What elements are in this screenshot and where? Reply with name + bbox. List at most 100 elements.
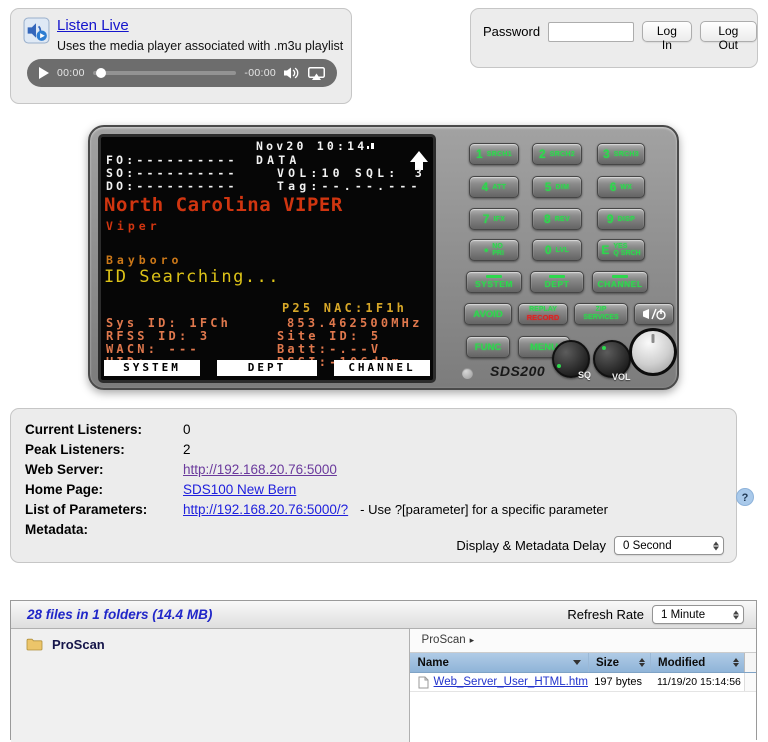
audio-player[interactable]: 00:00 -00:00 [27,59,337,87]
key-func[interactable]: FUNC [466,336,510,358]
softkey-dept: DEPT [217,360,317,376]
key-4-att[interactable]: 4ATT [469,176,519,198]
lcd-do: DO:---------- [106,179,238,193]
seek-knob[interactable] [96,68,106,78]
select-stepper-icon [713,541,719,550]
key-light-power[interactable] [634,303,674,325]
folder-icon [26,638,43,651]
breadcrumb-label: ProScan [422,634,466,646]
current-listeners-row: Current Listeners: 0 [25,420,722,440]
tree-item-proscan[interactable]: ProScan [11,634,409,655]
lcd-department: Viper [106,219,161,233]
key-avoid[interactable]: AVOID [464,303,512,325]
lcd-softkeys: SYSTEM DEPT CHANNEL [104,360,430,376]
vol-knob-label: VOL [612,372,631,382]
table-row: Web_Server_User_HTML.htm 197 bytes 11/19… [410,673,756,692]
delay-label: Display & Metadata Delay [456,538,606,553]
lcd-sys-id: Sys ID: 1FCh [106,316,231,330]
lcd-datetime: Nov20 10:14 [256,139,367,153]
elapsed-time: 00:00 [57,67,85,79]
home-page-link[interactable]: SDS100 New Bern [183,480,296,500]
sort-both-icon [733,658,739,667]
softkey-system: SYSTEM [104,360,200,376]
file-modified: 11/19/20 15:14:56 [650,676,744,688]
web-server-row: Web Server: http://192.168.20.76:5000 [25,460,722,480]
help-icon[interactable]: ? [736,488,754,506]
key-e-yes-qsrch[interactable]: E YESQ SRCH [597,239,645,261]
key-replay-record[interactable]: REPLAYRECORD [518,303,568,325]
file-link[interactable]: Web_Server_User_HTML.htm [434,676,588,688]
password-input[interactable] [548,22,634,42]
delay-select[interactable]: 0 Second [614,536,724,555]
audio-playlist-icon [23,17,50,49]
current-listeners-label: Current Listeners: [25,420,183,440]
key-1-srch1[interactable]: 1SRCH1 [469,143,519,165]
sort-descending-icon [573,660,581,665]
lcd-frequency: 853.462500MHz [287,316,423,330]
volume-icon[interactable] [284,67,300,79]
lcd-batt: Batt:-.--V [277,342,381,356]
key-dept[interactable]: DEPT [530,271,584,293]
lcd-system-name: North Carolina VIPER [104,194,343,216]
play-icon[interactable] [39,67,49,79]
proscan-web-page: { "listen_panel": { "title": "Listen Liv… [0,0,768,681]
key-5-dim[interactable]: 5DIM [532,176,582,198]
web-server-label: Web Server: [25,460,183,480]
listener-info-panel: Current Listeners: 0 Peak Listeners: 2 W… [10,408,737,563]
lcd-status: ID Searching... [104,267,280,287]
parameters-note: - Use ?[parameter] for a specific parame… [360,500,608,520]
column-header-size[interactable]: Size [588,653,650,672]
lcd-site-id: Site ID: 5 [277,329,381,343]
sq-knob-label: SQ [578,370,591,380]
login-button[interactable]: Log In [642,21,692,42]
lcd-site: Bayboro [106,253,182,267]
web-server-link[interactable]: http://192.168.20.76:5000 [183,460,337,480]
lcd-fo: FO:---------- [106,153,238,167]
files-summary: 28 files in 1 folders (14.4 MB) [27,607,212,622]
home-page-label: Home Page: [25,480,183,500]
breadcrumb-arrow-icon: ▸ [470,635,475,645]
listen-live-link[interactable]: Listen Live [57,17,129,34]
seek-slider[interactable] [93,71,237,75]
lcd-rfss-id: RFSS ID: 3 [106,329,210,343]
airplay-icon[interactable] [308,67,325,80]
metadata-label: Metadata: [25,520,183,540]
logout-button[interactable]: Log Out [700,21,757,42]
scrollbar-track[interactable] [744,653,756,672]
key-6-wx[interactable]: 6WX [597,176,645,198]
delay-select-value: 0 Second [623,540,672,552]
key-8-rev[interactable]: 8REV [532,208,582,230]
key-0-lvl[interactable]: 0LVL [532,239,582,261]
scroll-knob[interactable] [629,328,677,376]
password-label: Password [483,24,540,39]
select-stepper-icon [733,610,739,619]
key-channel[interactable]: CHANNEL [592,271,648,293]
key-7-ifx[interactable]: 7IFX [469,208,519,230]
breadcrumb[interactable]: ProScan ▸ [410,629,756,653]
key-2-srch2[interactable]: 2SRCH2 [532,143,582,165]
key-3-srch3[interactable]: 3SRCH3 [597,143,645,165]
lcd-vol-sql: VOL:10 SQL: [277,166,399,180]
sds200-scanner: Nov20 10:14 FO:---------- DATA SO:------… [88,125,679,390]
scanner-lcd: Nov20 10:14 FO:---------- DATA SO:------… [98,134,436,383]
tree-item-label: ProScan [52,637,105,652]
peak-listeners-value: 2 [183,440,191,460]
sort-both-icon [639,658,645,667]
model-label: SDS200 [490,363,545,379]
parameters-label: List of Parameters: [25,500,183,520]
column-header-name[interactable]: Name [410,653,588,672]
scrollbar-track[interactable] [744,673,756,691]
softkey-channel: CHANNEL [334,360,430,376]
refresh-rate-select[interactable]: 1 Minute [652,605,744,624]
key-9-disp[interactable]: 9DISP [597,208,645,230]
key-dot-no-pri[interactable]: • NOPRI [469,239,519,261]
current-listeners-value: 0 [183,420,191,440]
key-zip-services[interactable]: ZIPSERVICES [574,303,628,325]
parameters-link[interactable]: http://192.168.20.76:5000/? [183,500,348,520]
column-header-modified[interactable]: Modified [650,653,744,672]
signal-bars-icon [367,143,374,149]
peak-listeners-row: Peak Listeners: 2 [25,440,722,460]
light-power-icon [642,308,666,320]
key-system[interactable]: SYSTEM [466,271,522,293]
peak-listeners-label: Peak Listeners: [25,440,183,460]
